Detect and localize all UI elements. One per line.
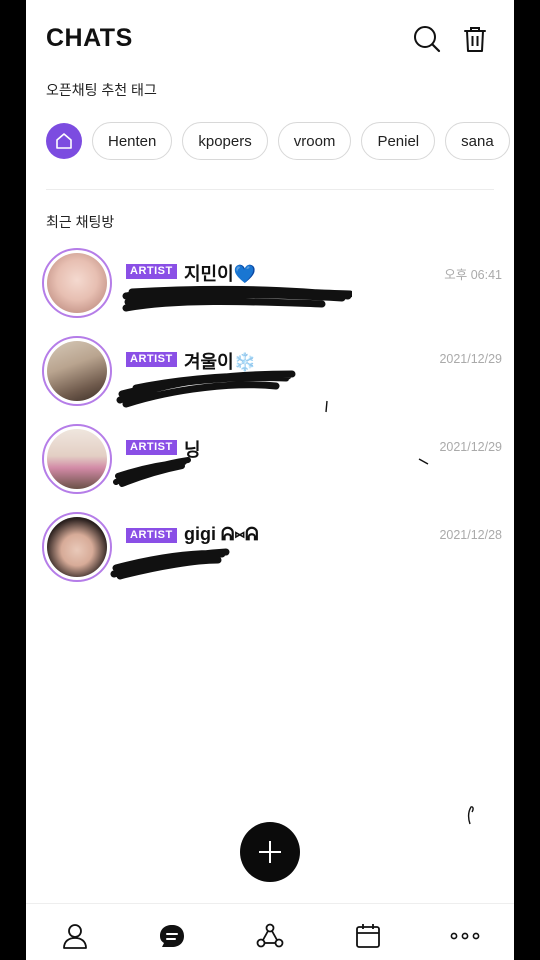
- stray-mark: [325, 400, 328, 413]
- search-icon: [414, 26, 441, 53]
- stray-mark: [467, 806, 474, 825]
- chat-list-item[interactable]: ARTIST 지민이💙 오후 06:41: [42, 248, 502, 320]
- avatar: [42, 512, 112, 582]
- artist-badge: ARTIST: [126, 440, 177, 455]
- tag-chip[interactable]: sana: [445, 122, 510, 160]
- chat-list-item[interactable]: ARTIST 닝 2021/12/29: [42, 424, 502, 496]
- redaction-scribble: [113, 457, 191, 487]
- nav-calendar[interactable]: [354, 922, 382, 950]
- nav-profile[interactable]: [61, 922, 89, 950]
- trash-icon: [464, 27, 486, 52]
- tags-section-label: 오픈채팅 추천 태그: [46, 82, 157, 98]
- redaction-scribble: [122, 285, 352, 312]
- avatar: [42, 424, 112, 494]
- artist-badge: ARTIST: [126, 528, 177, 543]
- home-icon: [56, 133, 72, 149]
- chats-screen: CHATS 오픈채팅 추천 태그 Henten kpopers vroom Pe…: [26, 0, 514, 960]
- bottom-navigation: [26, 903, 514, 960]
- nav-more[interactable]: [450, 922, 480, 950]
- recent-chats-label: 최근 채팅방: [46, 214, 115, 230]
- artist-badge: ARTIST: [126, 264, 177, 279]
- page-title: CHATS: [46, 24, 133, 52]
- chat-name: 지민이💙: [184, 264, 257, 284]
- chat-list-item[interactable]: ARTIST 겨울이❄️ 2021/12/29: [42, 336, 502, 408]
- avatar: [42, 336, 112, 406]
- recommended-tags: Henten kpopers vroom Peniel sana: [46, 122, 514, 160]
- redaction-scribble: [110, 548, 230, 580]
- share-nodes-icon: [256, 923, 284, 948]
- chat-list-item[interactable]: ARTIST gigi ᕱ⑅ᕱ 2021/12/28: [42, 512, 502, 584]
- chat-name: gigi ᕱ⑅ᕱ: [184, 524, 259, 544]
- tag-chip[interactable]: kpopers: [182, 122, 268, 160]
- new-chat-button[interactable]: [240, 822, 300, 882]
- artist-badge: ARTIST: [126, 352, 177, 367]
- nav-connect[interactable]: [256, 922, 284, 950]
- divider: [46, 189, 494, 190]
- chat-time: 오후 06:41: [444, 268, 502, 282]
- chat-bubble-icon: [160, 925, 184, 947]
- tag-chip[interactable]: vroom: [277, 122, 352, 160]
- tag-chip[interactable]: Henten: [92, 122, 173, 160]
- tag-home-button[interactable]: [46, 123, 82, 159]
- chat-time: 2021/12/29: [439, 352, 502, 366]
- plus-icon: [259, 841, 281, 863]
- chat-time: 2021/12/28: [439, 528, 502, 542]
- nav-chats[interactable]: [158, 922, 186, 950]
- chat-time: 2021/12/29: [439, 440, 502, 454]
- redaction-scribble: [116, 370, 296, 408]
- avatar: [42, 248, 112, 318]
- tag-chip[interactable]: Peniel: [361, 122, 436, 160]
- search-button[interactable]: [412, 24, 442, 54]
- delete-button[interactable]: [460, 24, 490, 54]
- stray-mark: [418, 458, 429, 465]
- calendar-icon: [356, 924, 380, 948]
- more-dots-icon: [450, 932, 480, 940]
- person-icon: [63, 924, 87, 949]
